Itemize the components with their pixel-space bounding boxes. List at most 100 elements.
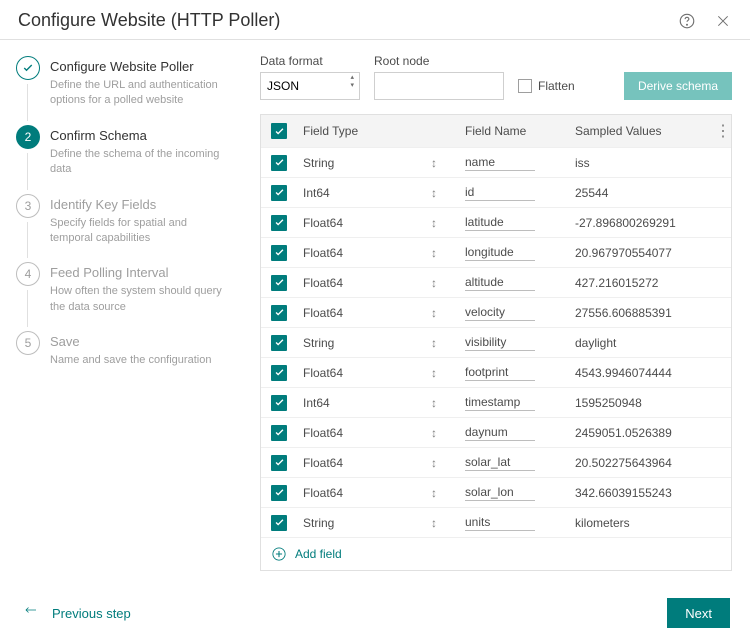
sort-icon: ↕ — [431, 160, 437, 166]
flatten-label: Flatten — [538, 79, 575, 93]
field-name-value: timestamp — [465, 395, 535, 411]
dialog-title: Configure Website (HTTP Poller) — [18, 10, 280, 31]
step-title: Confirm Schema — [50, 128, 230, 143]
field-name-cell[interactable]: daynum — [459, 421, 569, 445]
step-1[interactable]: Configure Website Poller Define the URL a… — [16, 56, 230, 119]
step-4[interactable]: 4Feed Polling IntervalHow often the syst… — [16, 262, 230, 325]
row-checkbox[interactable] — [271, 215, 287, 231]
row-checkbox[interactable] — [271, 485, 287, 501]
step-title: Feed Polling Interval — [50, 265, 230, 280]
row-checkbox[interactable] — [271, 425, 287, 441]
field-type-cell[interactable]: Float64↕ — [297, 482, 459, 504]
field-type-cell[interactable]: Float64↕ — [297, 272, 459, 294]
header-field-name[interactable]: Field Name — [459, 118, 569, 144]
sort-icon: ↕ — [431, 220, 437, 226]
field-name-cell[interactable]: solar_lon — [459, 481, 569, 505]
sampled-value: 20.967970554077 — [569, 242, 709, 264]
field-type-cell[interactable]: String ↕ — [297, 152, 459, 174]
select-all-checkbox[interactable] — [271, 123, 287, 139]
sort-icon: ↕ — [431, 250, 437, 256]
field-name-value: visibility — [465, 335, 535, 351]
root-node-input[interactable] — [374, 72, 504, 100]
table-row: Float64↕altitude427.216015272 — [261, 268, 731, 298]
field-type-value: String — [303, 156, 334, 170]
field-type-cell[interactable]: Int64 ↕ — [297, 392, 459, 414]
field-type-cell[interactable]: String↕ — [297, 332, 459, 354]
field-type-value: Float64 — [303, 276, 343, 290]
field-type-cell[interactable]: Float64↕ — [297, 242, 459, 264]
header-sampled[interactable]: Sampled Values — [569, 118, 709, 144]
sort-icon: ↕ — [431, 490, 437, 496]
sort-icon: ↕ — [431, 400, 437, 406]
row-checkbox[interactable] — [271, 185, 287, 201]
row-checkbox[interactable] — [271, 455, 287, 471]
field-type-value: String — [303, 516, 334, 530]
field-type-value: Int64 — [303, 396, 330, 410]
field-type-cell[interactable]: String ↕ — [297, 512, 459, 534]
add-field-button[interactable]: Add field — [261, 538, 731, 570]
header-field-type[interactable]: Field Type — [297, 118, 459, 144]
row-checkbox[interactable] — [271, 305, 287, 321]
step-5[interactable]: 5SaveName and save the configuration — [16, 331, 230, 378]
sampled-value: 25544 — [569, 182, 709, 204]
row-checkbox[interactable] — [271, 155, 287, 171]
step-desc: Name and save the configuration — [50, 353, 211, 368]
previous-step-label: Previous step — [52, 606, 131, 621]
sampled-value: 4543.9946074444 — [569, 362, 709, 384]
row-checkbox[interactable] — [271, 335, 287, 351]
field-name-cell[interactable]: solar_lat — [459, 451, 569, 475]
sampled-value: -27.896800269291 — [569, 212, 709, 234]
table-menu-icon[interactable]: ⋮ — [709, 115, 731, 147]
footer: Previous step Next — [0, 584, 750, 642]
row-checkbox[interactable] — [271, 515, 287, 531]
field-type-cell[interactable]: Float64↕ — [297, 362, 459, 384]
step-2[interactable]: 2Confirm SchemaDefine the schema of the … — [16, 125, 230, 188]
field-name-cell[interactable]: longitude — [459, 241, 569, 265]
field-name-cell[interactable]: timestamp — [459, 391, 569, 415]
field-type-cell[interactable]: Float64↕ — [297, 302, 459, 324]
field-type-cell[interactable]: Int64↕ — [297, 182, 459, 204]
field-type-cell[interactable]: Float64↕ — [297, 422, 459, 444]
data-format-select[interactable] — [260, 72, 360, 100]
row-checkbox[interactable] — [271, 365, 287, 381]
row-checkbox[interactable] — [271, 275, 287, 291]
row-checkbox[interactable] — [271, 395, 287, 411]
table-row: Float64↕longitude20.967970554077 — [261, 238, 731, 268]
field-type-value: Float64 — [303, 366, 343, 380]
field-name-value: units — [465, 515, 535, 531]
data-format-label: Data format — [260, 54, 360, 68]
field-type-cell[interactable]: Float64 ↕ — [297, 212, 459, 234]
field-type-value: Float64 — [303, 216, 343, 230]
field-name-value: footprint — [465, 365, 535, 381]
table-row: String↕visibilitydaylight — [261, 328, 731, 358]
sort-icon: ↕ — [431, 430, 437, 436]
table-row: String↕unitskilometers — [261, 508, 731, 538]
root-node-label: Root node — [374, 54, 504, 68]
field-name-cell[interactable]: latitude — [459, 211, 569, 235]
field-name-cell[interactable]: id — [459, 181, 569, 205]
flatten-checkbox[interactable] — [518, 79, 532, 93]
help-icon[interactable] — [678, 12, 696, 30]
field-name-cell[interactable]: units — [459, 511, 569, 535]
previous-step-button[interactable]: Previous step — [20, 606, 131, 621]
sort-icon: ↕ — [431, 190, 437, 196]
field-name-cell[interactable]: name — [459, 151, 569, 175]
step-desc: Define the URL and authentication option… — [50, 78, 230, 109]
derive-schema-button[interactable]: Derive schema — [624, 72, 732, 100]
field-name-cell[interactable]: footprint — [459, 361, 569, 385]
field-name-cell[interactable]: visibility — [459, 331, 569, 355]
table-row: Float64↕velocity27556.606885391 — [261, 298, 731, 328]
sampled-value: 427.216015272 — [569, 272, 709, 294]
sort-icon: ↕ — [431, 520, 437, 526]
row-checkbox[interactable] — [271, 245, 287, 261]
next-button[interactable]: Next — [667, 598, 730, 628]
close-icon[interactable] — [714, 12, 732, 30]
titlebar: Configure Website (HTTP Poller) — [0, 0, 750, 39]
field-name-value: id — [465, 185, 535, 201]
step-title: Configure Website Poller — [50, 59, 230, 74]
step-3[interactable]: 3Identify Key FieldsSpecify fields for s… — [16, 194, 230, 257]
field-type-cell[interactable]: Float64↕ — [297, 452, 459, 474]
table-row: Int64↕timestamp1595250948 — [261, 388, 731, 418]
field-name-cell[interactable]: velocity — [459, 301, 569, 325]
field-name-cell[interactable]: altitude — [459, 271, 569, 295]
